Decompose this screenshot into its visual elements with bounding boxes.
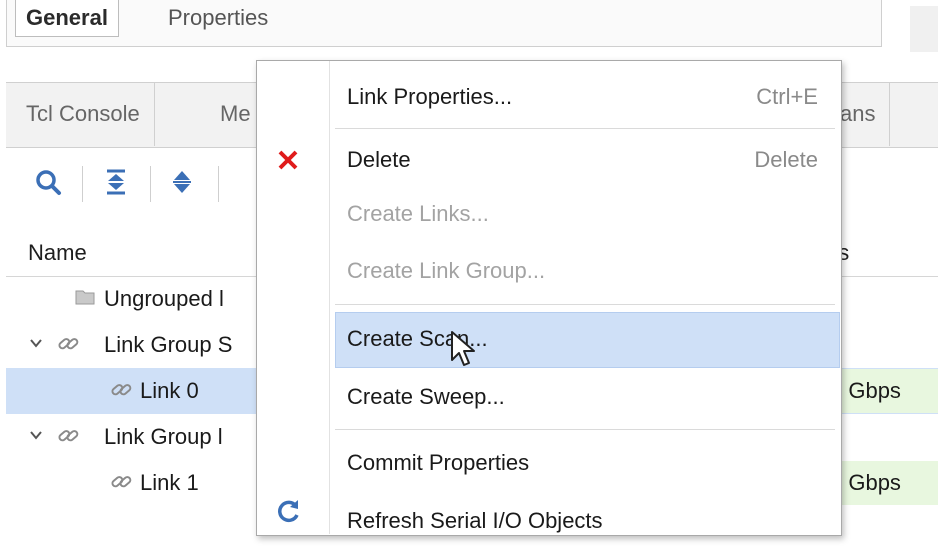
tab-properties[interactable]: Properties (158, 0, 278, 36)
search-icon[interactable] (28, 160, 68, 204)
collapse-all-icon[interactable] (96, 160, 136, 204)
row-label: Link 0 (140, 378, 199, 403)
tab-general[interactable]: General (15, 0, 119, 37)
menu-separator (335, 128, 835, 129)
properties-panel (6, 0, 882, 47)
menu-item-label: Link Properties... (347, 84, 513, 109)
menu-icon-gutter (329, 61, 330, 534)
menu-item-shortcut: Ctrl+E (756, 84, 818, 109)
column-header-name[interactable]: Name (28, 230, 87, 276)
delete-x-icon (276, 148, 300, 177)
refresh-icon (276, 498, 302, 529)
link-icon (110, 470, 134, 499)
toolbar-separator (82, 166, 83, 202)
menu-separator (335, 304, 835, 305)
side-panel-edge (910, 6, 938, 52)
menu-item-refresh-serial-io-objects[interactable]: Refresh Serial I/O Objects (335, 494, 838, 548)
tab-tcl-console[interactable]: Tcl Console (12, 82, 155, 146)
toolbar-separator (218, 166, 219, 202)
menu-separator (335, 429, 835, 430)
folder-icon (74, 286, 96, 313)
menu-item-create-sweep[interactable]: Create Sweep... (335, 370, 838, 424)
row-label: Ungrouped l (104, 286, 224, 311)
menu-item-label: Create Sweep... (347, 384, 505, 409)
chevron-down-icon[interactable] (28, 427, 44, 448)
menu-item-create-scan[interactable]: Create Scan... (335, 312, 840, 368)
menu-item-create-link-group[interactable]: Create Link Group... (335, 244, 838, 298)
expand-all-icon[interactable] (162, 160, 202, 204)
mouse-cursor-icon (450, 330, 480, 375)
menu-item-label: Commit Properties (347, 450, 530, 475)
menu-item-link-properties[interactable]: Link Properties... Ctrl+E (335, 70, 838, 124)
menu-item-label: Delete (347, 147, 411, 172)
menu-item-label: Create Link Group... (347, 258, 546, 283)
menu-item-commit-properties[interactable]: Commit Properties (335, 436, 838, 490)
link-icon (110, 378, 134, 407)
row-label: Link Group S (104, 332, 233, 357)
link-group-icon (56, 424, 82, 453)
chevron-down-icon[interactable] (28, 335, 44, 356)
menu-item-shortcut: Delete (754, 147, 818, 172)
row-label: Link 1 (140, 470, 199, 495)
row-label: Link Group l (104, 424, 223, 449)
menu-item-label: Create Links... (347, 201, 489, 226)
menu-item-delete[interactable]: Delete Delete (335, 133, 838, 187)
menu-item-create-links[interactable]: Create Links... (335, 187, 838, 241)
menu-item-label: Refresh Serial I/O Objects (347, 508, 603, 533)
toolbar-separator (150, 166, 151, 202)
link-group-icon (56, 332, 82, 361)
